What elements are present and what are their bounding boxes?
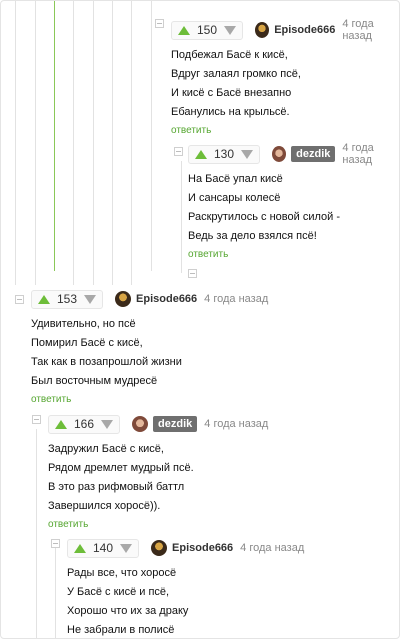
thread-line[interactable] xyxy=(151,1,152,271)
downvote-icon[interactable] xyxy=(84,294,97,304)
comment-line: На Басё упал кисё xyxy=(188,173,283,185)
collapse-toggle[interactable] xyxy=(32,415,41,424)
comment-line: И сансары колесё xyxy=(188,192,281,204)
comment: 166 dezdik 4 года назад Задружил Басё с … xyxy=(48,414,268,530)
comment-time[interactable]: 4 года назад xyxy=(240,542,304,554)
comment-line: Помирил Басё с кисё, xyxy=(31,337,143,349)
author-name[interactable]: Episode666 xyxy=(172,542,233,554)
comment: 153 Episode666 4 года назад Удивительно,… xyxy=(31,289,268,405)
thread-line[interactable] xyxy=(181,161,182,273)
comment-line: Раскрутилось с новой силой - xyxy=(188,211,340,223)
comment-header: 153 Episode666 4 года назад xyxy=(31,289,268,309)
author-name[interactable]: Episode666 xyxy=(136,293,197,305)
comment-line: Ведь за дело взялся псё! xyxy=(188,230,317,242)
downvote-icon[interactable] xyxy=(224,25,237,35)
comment-body: На Басё упал кисё И сансары колесё Раскр… xyxy=(188,170,399,246)
avatar[interactable] xyxy=(151,540,168,556)
rating-voter: 130 xyxy=(188,144,261,164)
collapse-toggle[interactable] xyxy=(155,19,164,28)
comment-line: Рядом дремлет мудрый псё. xyxy=(48,462,194,474)
comment-time[interactable]: 4 года назад xyxy=(342,18,399,42)
upvote-icon[interactable] xyxy=(195,149,207,159)
comment-header: 130 dezdik 4 года назад xyxy=(188,142,399,166)
thread-line[interactable] xyxy=(73,1,74,285)
avatar[interactable] xyxy=(132,416,149,432)
downvote-icon[interactable] xyxy=(101,419,114,429)
comment-line: Рады все, что хоросё xyxy=(67,567,177,579)
comment-line: Завершился хоросё)). xyxy=(48,500,161,512)
reply-link[interactable]: ответить xyxy=(188,249,399,260)
avatar[interactable] xyxy=(115,291,132,307)
comment-line: Ебанулись на крыльсё. xyxy=(171,106,290,118)
rating-count: 153 xyxy=(57,292,78,306)
thread-line[interactable] xyxy=(93,1,94,285)
comment-line: Подбежал Басё к кисё, xyxy=(171,49,288,61)
collapse-toggle[interactable] xyxy=(188,269,197,278)
rating-voter: 150 xyxy=(171,20,244,40)
comment-body: Рады все, что хоросё У Басё с кисё и псё… xyxy=(67,564,304,638)
comment-header: 140 Episode666 4 года назад xyxy=(67,538,304,558)
comment-body: Задружил Басё с кисё, Рядом дремлет мудр… xyxy=(48,440,268,516)
author-name[interactable]: dezdik xyxy=(291,146,336,162)
comments-thread: 150 Episode666 4 года назад Подбежал Бас… xyxy=(0,0,400,639)
upvote-icon[interactable] xyxy=(38,294,50,304)
comment-time[interactable]: 4 года назад xyxy=(204,418,268,430)
upvote-icon[interactable] xyxy=(178,25,190,35)
avatar[interactable] xyxy=(255,22,270,38)
comment-line: Вдруг залаял громко псё, xyxy=(171,68,301,80)
comment-time[interactable]: 4 года назад xyxy=(204,293,268,305)
thread-line[interactable] xyxy=(131,1,132,285)
avatar[interactable] xyxy=(272,146,287,162)
reply-link[interactable]: ответить xyxy=(171,125,399,136)
reply-link[interactable]: ответить xyxy=(31,394,268,405)
reply-link[interactable]: ответить xyxy=(48,519,268,530)
rating-count: 130 xyxy=(214,147,235,161)
thread-line[interactable] xyxy=(55,547,56,638)
thread-line[interactable] xyxy=(15,1,16,285)
comment-time[interactable]: 4 года назад xyxy=(342,142,399,166)
collapse-toggle[interactable] xyxy=(51,539,60,548)
rating-voter: 166 xyxy=(48,414,121,434)
thread-line[interactable] xyxy=(54,1,55,271)
collapse-toggle[interactable] xyxy=(15,295,24,304)
comment-header: 150 Episode666 4 года назад xyxy=(171,18,399,42)
rating-count: 166 xyxy=(74,417,95,431)
thread-line[interactable] xyxy=(112,1,113,285)
comment-line: Не забрали в полисё xyxy=(67,624,175,636)
comment-line: Был восточным мудресё xyxy=(31,375,158,387)
comment: 140 Episode666 4 года назад Рады все, чт… xyxy=(67,538,304,638)
comment-line: И кисё с Басё внезапно xyxy=(171,87,292,99)
thread-line[interactable] xyxy=(36,429,37,638)
rating-count: 150 xyxy=(197,23,218,37)
rating-voter: 153 xyxy=(31,289,104,309)
collapse-toggle[interactable] xyxy=(174,147,183,156)
author-name[interactable]: dezdik xyxy=(153,416,198,432)
comment-line: Хорошо что их за драку xyxy=(67,605,189,617)
comment-body: Подбежал Басё к кисё, Вдруг залаял громк… xyxy=(171,46,399,122)
comment-header: 166 dezdik 4 года назад xyxy=(48,414,268,434)
comment-line: Задружил Басё с кисё, xyxy=(48,443,164,455)
upvote-icon[interactable] xyxy=(55,419,67,429)
author-name[interactable]: Episode666 xyxy=(274,24,335,36)
rating-count: 140 xyxy=(93,541,114,555)
downvote-icon[interactable] xyxy=(241,149,254,159)
downvote-icon[interactable] xyxy=(120,543,133,553)
upvote-icon[interactable] xyxy=(74,543,86,553)
comment-line: Удивительно, но псё xyxy=(31,318,136,330)
comment-line: В это раз рифмовый баттл xyxy=(48,481,185,493)
comment: 150 Episode666 4 года назад Подбежал Бас… xyxy=(171,18,399,136)
thread-line[interactable] xyxy=(35,1,36,285)
comment: 130 dezdik 4 года назад На Басё упал кис… xyxy=(188,142,399,260)
comment-line: У Басё с кисё и псё, xyxy=(67,586,170,598)
rating-voter: 140 xyxy=(67,538,140,558)
comment-line: Так как в позапрошлой жизни xyxy=(31,356,182,368)
comment-body: Удивительно, но псё Помирил Басё с кисё,… xyxy=(31,315,268,391)
